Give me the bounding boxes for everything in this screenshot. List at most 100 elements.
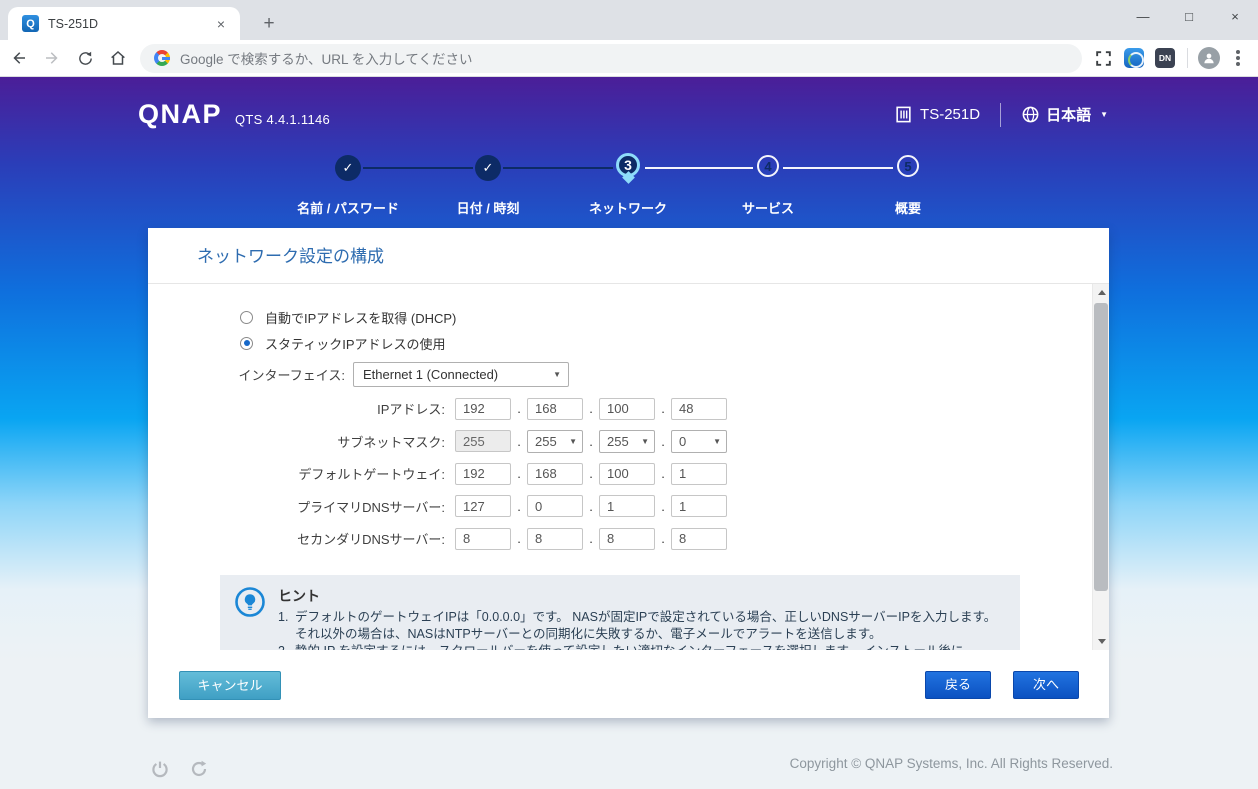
- step-done-icon: ✓: [475, 155, 501, 181]
- button-bar: キャンセル 戻る 次へ: [148, 650, 1109, 718]
- step-done-icon: ✓: [335, 155, 361, 181]
- interface-label: インターフェイス:: [238, 367, 345, 383]
- browser-titlebar: Q TS-251D × + — □ ×: [0, 0, 1258, 40]
- qts-header: QNAP QTS 4.4.1.1146 TS-251D 日本語 ▼: [0, 77, 1258, 152]
- power-icon[interactable]: [150, 759, 170, 784]
- hint-item-1: 1. デフォルトのゲートウェイIPは「0.0.0.0」です。 NASが固定IPで…: [278, 609, 997, 641]
- url-placeholder-text: Google で検索するか、URL を入力してください: [180, 52, 473, 67]
- secondary-dns-octet-3[interactable]: [599, 527, 655, 550]
- form-scroll-area: 自動でIPアドレスを取得 (DHCP) スタティックIPアドレスの使用 インター…: [148, 284, 1109, 650]
- subnet-octet-2-select[interactable]: 255 ▼: [527, 429, 583, 453]
- step-network-active: 3 ネットワーク: [548, 152, 708, 216]
- window-controls: — □ ×: [1120, 0, 1258, 34]
- secondary-dns-octet-1[interactable]: [455, 527, 511, 550]
- primary-dns-octet-2[interactable]: [527, 495, 583, 517]
- scrollbar[interactable]: [1092, 284, 1109, 650]
- cancel-button[interactable]: キャンセル: [179, 671, 281, 700]
- dhcp-radio-row[interactable]: 自動でIPアドレスを取得 (DHCP): [240, 307, 1109, 327]
- new-tab-button[interactable]: +: [256, 11, 282, 37]
- subnet-mask-row: サブネットマスク: . 255▼ . 255▼ . 0▼: [148, 429, 1109, 453]
- device-name: TS-251D: [894, 105, 980, 124]
- scroll-down-button[interactable]: [1093, 633, 1109, 650]
- interface-select[interactable]: Ethernet 1 (Connected) ▼: [353, 361, 569, 387]
- static-radio-label: スタティックIPアドレスの使用: [265, 336, 446, 352]
- forward-icon[interactable]: [38, 44, 66, 72]
- primary-dns-row: プライマリDNSサーバー: . . .: [148, 495, 1109, 517]
- next-button[interactable]: 次へ: [1013, 671, 1079, 699]
- copyright-text: Copyright © QNAP Systems, Inc. All Right…: [789, 756, 1113, 771]
- interface-row: インターフェイス: Ethernet 1 (Connected) ▼: [148, 361, 1109, 387]
- gateway-octet-2[interactable]: [527, 462, 583, 485]
- menu-icon[interactable]: [1236, 56, 1240, 60]
- qnap-favicon-icon: Q: [22, 15, 39, 32]
- primary-dns-octet-1[interactable]: [455, 495, 511, 517]
- step-date-time: ✓ 日付 / 時刻: [408, 152, 568, 216]
- scrollbar-thumb[interactable]: [1094, 303, 1108, 591]
- ip-octet-2[interactable]: [527, 397, 583, 420]
- google-logo-icon: [154, 50, 170, 66]
- ip-address-row: IPアドレス: . . .: [148, 397, 1109, 420]
- gateway-octet-1[interactable]: [455, 462, 511, 485]
- network-settings-card: ネットワーク設定の構成 自動でIPアドレスを取得 (DHCP) スタティックIP…: [148, 228, 1109, 718]
- wizard-steps: ✓ 名前 / パスワード ✓ 日付 / 時刻 3 ネットワーク 4 サービス 5…: [0, 152, 1258, 228]
- hint-title: ヒント: [278, 587, 320, 604]
- page-title: ネットワーク設定の構成: [148, 228, 1109, 284]
- hint-item-2: 2. 静的 IP を設定するには、スクロールバーを使って設定したい適切なインター…: [278, 643, 1006, 651]
- step-summary: 5 概要: [828, 152, 988, 216]
- scroll-up-button[interactable]: [1093, 284, 1109, 301]
- screencast-extension-icon[interactable]: [1123, 47, 1145, 69]
- gateway-octet-4[interactable]: [671, 462, 727, 485]
- subnet-octet-4-select[interactable]: 0 ▼: [671, 429, 727, 453]
- static-radio[interactable]: [240, 336, 253, 350]
- secondary-dns-octet-2[interactable]: [527, 527, 583, 550]
- dn-extension-icon[interactable]: DN: [1154, 47, 1176, 69]
- browser-toolbar: Google で検索するか、URL を入力してください DN: [0, 40, 1258, 77]
- footer-actions: [150, 759, 228, 784]
- home-icon[interactable]: [104, 44, 132, 72]
- step-todo-badge: 5: [897, 155, 919, 177]
- default-gateway-row: デフォルトゲートウェイ: . . .: [148, 462, 1109, 485]
- qts-setup-page: QNAP QTS 4.4.1.1146 TS-251D 日本語 ▼ ✓ 名前 /…: [0, 77, 1258, 789]
- browser-tab[interactable]: Q TS-251D ×: [8, 7, 240, 40]
- toolbar-divider: [1187, 48, 1188, 68]
- step-services: 4 サービス: [688, 152, 848, 216]
- primary-dns-octet-3[interactable]: [599, 495, 655, 517]
- primary-dns-octet-4[interactable]: [671, 495, 727, 517]
- window-close-button[interactable]: ×: [1212, 0, 1258, 34]
- static-radio-row[interactable]: スタティックIPアドレスの使用: [240, 333, 1109, 353]
- secondary-dns-octet-4[interactable]: [671, 527, 727, 550]
- window-maximize-button[interactable]: □: [1166, 0, 1212, 34]
- nas-icon: [896, 106, 911, 123]
- ip-octet-1[interactable]: [455, 397, 511, 420]
- chevron-down-icon: ▼: [1100, 110, 1108, 119]
- fullpage-capture-extension-icon[interactable]: [1092, 47, 1114, 69]
- step-todo-badge: 4: [757, 155, 779, 177]
- chevron-down-icon: ▼: [553, 369, 561, 379]
- tab-close-icon[interactable]: ×: [212, 15, 230, 33]
- tab-title: TS-251D: [48, 16, 99, 31]
- qnap-logo: QNAP: [138, 99, 223, 129]
- subnet-octet-3-select[interactable]: 255 ▼: [599, 429, 655, 453]
- back-button[interactable]: 戻る: [925, 671, 991, 699]
- url-bar[interactable]: Google で検索するか、URL を入力してください: [140, 43, 1082, 73]
- chevron-down-icon: ▼: [569, 436, 577, 446]
- ip-octet-4[interactable]: [671, 397, 727, 420]
- secondary-dns-row: セカンダリDNSサーバー: . . .: [148, 527, 1109, 550]
- header-divider: [1000, 102, 1002, 127]
- profile-avatar[interactable]: [1198, 47, 1220, 69]
- gateway-octet-3[interactable]: [599, 462, 655, 485]
- dhcp-radio[interactable]: [240, 310, 253, 324]
- hint-box: ヒント 1. デフォルトのゲートウェイIPは「0.0.0.0」です。 NASが固…: [220, 574, 1020, 651]
- window-minimize-button[interactable]: —: [1120, 0, 1166, 34]
- step-name-password: ✓ 名前 / パスワード: [268, 152, 428, 216]
- browser-window: Q TS-251D × + — □ × Google で検索するか、URL を入…: [0, 0, 1258, 789]
- qts-version: QTS 4.4.1.1146: [235, 111, 331, 127]
- restart-icon[interactable]: [189, 759, 209, 784]
- subnet-octet-1: [455, 430, 511, 452]
- dhcp-radio-label: 自動でIPアドレスを取得 (DHCP): [265, 310, 457, 326]
- globe-icon: [1022, 106, 1039, 123]
- back-icon[interactable]: [5, 44, 33, 72]
- language-selector[interactable]: 日本語 ▼: [1021, 104, 1108, 125]
- reload-icon[interactable]: [71, 44, 99, 72]
- ip-octet-3[interactable]: [599, 397, 655, 420]
